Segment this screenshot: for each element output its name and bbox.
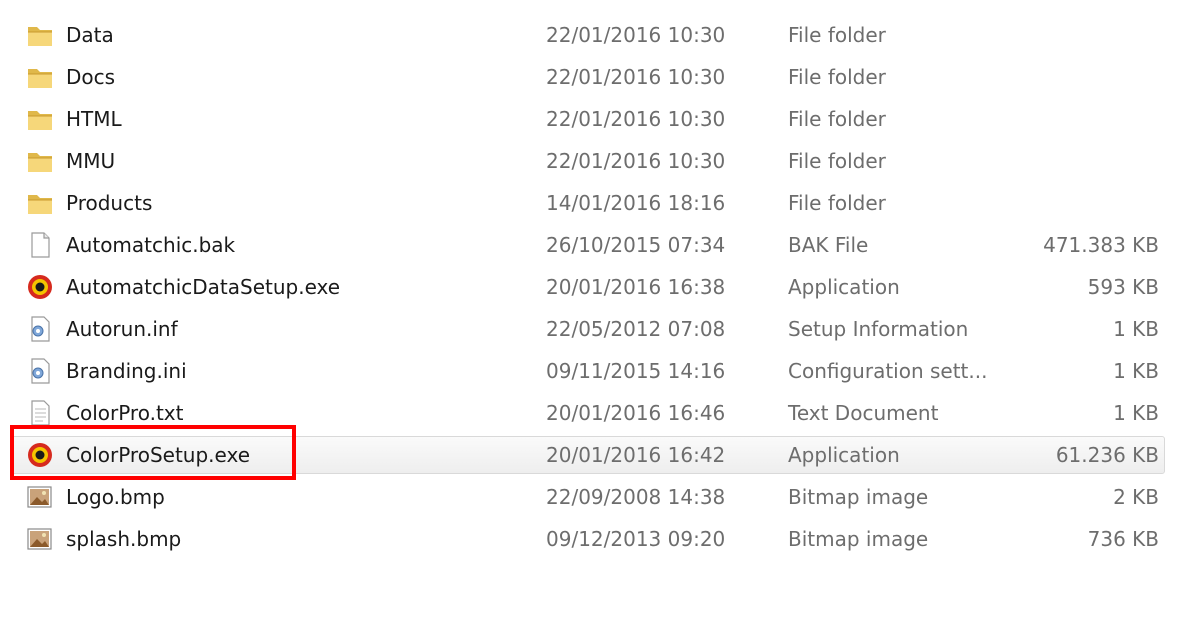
file-row-html[interactable]: HTML 22/01/2016 10:30 File folder <box>0 98 1179 140</box>
file-size: 1 KB <box>1113 359 1159 383</box>
file-date: 09/11/2015 14:16 <box>546 359 726 383</box>
file-date: 20/01/2016 16:38 <box>546 275 726 299</box>
blank-file-icon <box>25 231 55 259</box>
file-date: 22/09/2008 14:38 <box>546 485 726 509</box>
file-type: BAK File <box>788 233 869 257</box>
file-type: File folder <box>788 65 886 89</box>
file-name: splash.bmp <box>66 527 182 551</box>
bitmap-file-icon <box>25 525 55 553</box>
folder-icon <box>25 21 55 49</box>
folder-icon <box>25 189 55 217</box>
file-type: Application <box>788 443 900 467</box>
file-size: 2 KB <box>1113 485 1159 509</box>
folder-icon <box>25 63 55 91</box>
bitmap-file-icon <box>25 483 55 511</box>
file-name: Branding.ini <box>66 359 187 383</box>
file-date: 14/01/2016 18:16 <box>546 191 726 215</box>
file-row-automatchic-bak[interactable]: Automatchic.bak 26/10/2015 07:34 BAK Fil… <box>0 224 1179 266</box>
file-row-automatchicdatasetup-exe[interactable]: AutomatchicDataSetup.exe 20/01/2016 16:3… <box>0 266 1179 308</box>
file-name: Autorun.inf <box>66 317 178 341</box>
file-date: 20/01/2016 16:46 <box>546 401 726 425</box>
folder-icon <box>25 147 55 175</box>
file-size: 61.236 KB <box>1055 443 1159 467</box>
file-name: MMU <box>66 149 116 173</box>
file-name: Automatchic.bak <box>66 233 236 257</box>
file-name: AutomatchicDataSetup.exe <box>66 275 341 299</box>
file-row-docs[interactable]: Docs 22/01/2016 10:30 File folder <box>0 56 1179 98</box>
red-highlight-box <box>10 425 296 480</box>
text-file-icon <box>25 399 55 427</box>
file-date: 20/01/2016 16:42 <box>546 443 726 467</box>
file-row-splash-bmp[interactable]: splash.bmp 09/12/2013 09:20 Bitmap image… <box>0 518 1179 560</box>
file-type: File folder <box>788 23 886 47</box>
file-name: Logo.bmp <box>66 485 165 509</box>
file-date: 22/05/2012 07:08 <box>546 317 726 341</box>
file-row-autorun-inf[interactable]: Autorun.inf 22/05/2012 07:08 Setup Infor… <box>0 308 1179 350</box>
file-name: Data <box>66 23 114 47</box>
file-type: File folder <box>788 107 886 131</box>
file-type: Configuration sett... <box>788 359 988 383</box>
file-size: 736 KB <box>1087 527 1159 551</box>
file-type: Text Document <box>788 401 939 425</box>
file-row-products[interactable]: Products 14/01/2016 18:16 File folder <box>0 182 1179 224</box>
file-type: Bitmap image <box>788 485 929 509</box>
file-type: File folder <box>788 149 886 173</box>
file-date: 09/12/2013 09:20 <box>546 527 726 551</box>
file-size: 593 KB <box>1087 275 1159 299</box>
file-row-data[interactable]: Data 22/01/2016 10:30 File folder <box>0 14 1179 56</box>
file-name: HTML <box>66 107 122 131</box>
file-type: Setup Information <box>788 317 969 341</box>
file-size: 471.383 KB <box>1043 233 1159 257</box>
file-date: 22/01/2016 10:30 <box>546 65 726 89</box>
folder-icon <box>25 105 55 133</box>
file-size: 1 KB <box>1113 317 1159 341</box>
file-type: Bitmap image <box>788 527 929 551</box>
file-date: 22/01/2016 10:30 <box>546 107 726 131</box>
file-date: 22/01/2016 10:30 <box>546 149 726 173</box>
file-name: Products <box>66 191 153 215</box>
file-name: Docs <box>66 65 116 89</box>
file-size: 1 KB <box>1113 401 1159 425</box>
file-type: File folder <box>788 191 886 215</box>
file-date: 22/01/2016 10:30 <box>546 23 726 47</box>
file-row-mmu[interactable]: MMU 22/01/2016 10:30 File folder <box>0 140 1179 182</box>
file-date: 26/10/2015 07:34 <box>546 233 726 257</box>
setup-exe-icon <box>25 273 55 301</box>
settings-file-icon <box>25 357 55 385</box>
file-type: Application <box>788 275 900 299</box>
file-row-logo-bmp[interactable]: Logo.bmp 22/09/2008 14:38 Bitmap image 2… <box>0 476 1179 518</box>
file-row-branding-ini[interactable]: Branding.ini 09/11/2015 14:16 Configurat… <box>0 350 1179 392</box>
settings-file-icon <box>25 315 55 343</box>
